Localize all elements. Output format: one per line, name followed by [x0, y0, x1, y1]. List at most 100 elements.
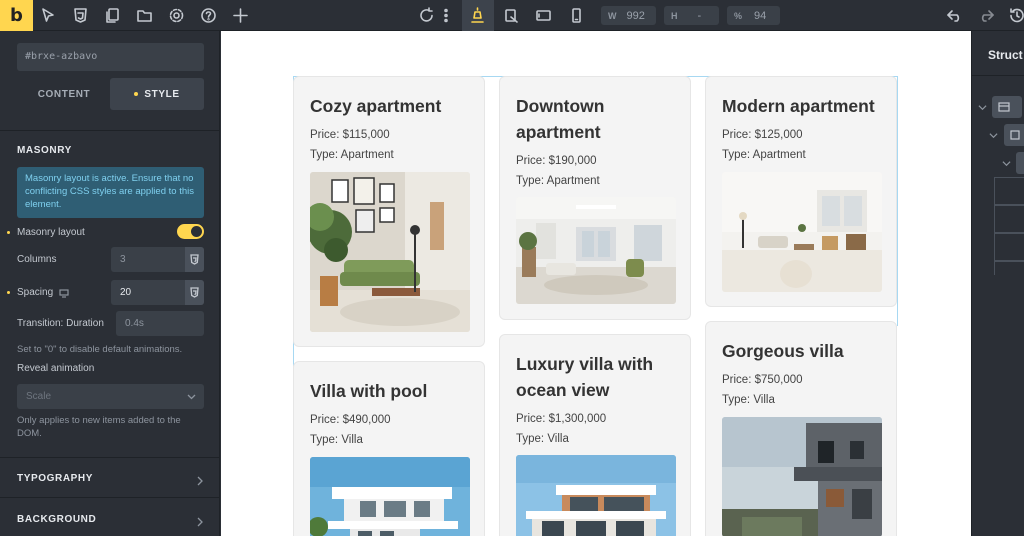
mobile-icon[interactable] — [568, 7, 585, 24]
property-photo — [722, 172, 882, 292]
width-label: W — [608, 10, 617, 21]
property-card[interactable]: Cozy apartment Price: $115,000 Type: Apa… — [293, 76, 485, 347]
tree-item-section[interactable] — [972, 95, 1024, 120]
columns-value: 3 — [120, 254, 126, 265]
tree-item-container[interactable] — [972, 123, 1024, 148]
changed-indicator — [7, 291, 10, 294]
element-id-field[interactable]: #brxe-azbavo — [17, 43, 204, 71]
tree-item-child[interactable] — [994, 261, 1024, 275]
add-icon[interactable] — [232, 7, 249, 24]
css3-icon — [190, 287, 199, 298]
css-unit-button[interactable] — [185, 247, 204, 272]
property-photo — [310, 457, 470, 536]
property-card[interactable]: Villa with pool Price: $490,000 Type: Vi… — [293, 361, 485, 536]
chevron-right-icon[interactable] — [196, 473, 204, 486]
chevron-right-icon[interactable] — [196, 514, 204, 527]
folder-icon[interactable] — [136, 7, 153, 24]
tab-content[interactable]: CONTENT — [17, 78, 111, 110]
chevron-down-icon — [989, 133, 998, 139]
transition-duration-input[interactable]: 0.4s — [116, 311, 204, 336]
property-card[interactable]: Downtown apartment Price: $190,000 Type:… — [499, 76, 691, 320]
card-type: Type: Apartment — [516, 175, 600, 187]
toggle-knob — [191, 226, 202, 237]
divider — [0, 457, 220, 458]
help-icon[interactable] — [200, 7, 217, 24]
section-typography-title[interactable]: TYPOGRAPHY — [17, 473, 93, 484]
pages-icon[interactable] — [104, 7, 121, 24]
desktop-breakpoint-icon — [469, 7, 486, 24]
breakpoint-desktop-button[interactable] — [462, 0, 494, 31]
card-type: Type: Villa — [516, 433, 569, 445]
active-dot — [134, 92, 139, 96]
property-photo — [722, 417, 882, 536]
masonry-layout-label: Masonry layout — [17, 227, 85, 238]
tab-style-label: STYLE — [144, 88, 180, 100]
section-background-title[interactable]: BACKGROUND — [17, 514, 96, 525]
chevron-down-icon — [978, 105, 987, 111]
property-photo — [310, 172, 470, 332]
reveal-animation-value: Scale — [26, 391, 52, 402]
zoom-value: 94 — [754, 9, 767, 22]
card-title: Downtown apartment — [516, 96, 605, 142]
reveal-hint: Only applies to new items added to the D… — [17, 415, 181, 439]
css3-icon — [190, 254, 199, 265]
top-toolbar: b W 992 H - % 94 — [0, 0, 1024, 31]
laptop-breakpoint-icon[interactable] — [503, 7, 520, 24]
card-title: Luxury villa with ocean view — [516, 354, 654, 400]
property-photo — [516, 455, 676, 536]
reveal-animation-select[interactable]: Scale — [17, 384, 204, 409]
tree-item-child[interactable] — [994, 233, 1024, 261]
css-unit-button[interactable] — [185, 280, 204, 305]
height-value: - — [697, 9, 702, 22]
structure-panel: Struct — [971, 31, 1024, 536]
columns-input[interactable]: 3 — [111, 247, 204, 272]
card-type: Type: Apartment — [722, 149, 806, 161]
height-input[interactable]: H - — [664, 6, 719, 25]
width-input[interactable]: W 992 — [601, 6, 656, 25]
card-price: Price: $190,000 — [516, 155, 597, 167]
history-icon[interactable] — [1008, 7, 1024, 24]
zoom-label: % — [734, 10, 743, 21]
refresh-icon[interactable] — [418, 7, 435, 24]
property-photo — [516, 197, 676, 304]
device-icon — [59, 288, 69, 298]
card-title: Gorgeous villa — [722, 341, 844, 361]
chevron-down-icon — [1002, 161, 1011, 167]
card-title: Cozy apartment — [310, 96, 442, 116]
gear-icon[interactable] — [168, 7, 185, 24]
tab-style[interactable]: STYLE — [110, 78, 204, 110]
css3-icon[interactable] — [72, 7, 89, 24]
reveal-animation-label: Reveal animation — [17, 363, 95, 374]
masonry-notice: Masonry layout is active. Ensure that no… — [17, 167, 204, 218]
section-masonry-title[interactable]: MASONRY — [17, 145, 72, 156]
spacing-input[interactable]: 20 — [111, 280, 204, 305]
tablet-landscape-icon[interactable] — [535, 7, 552, 24]
card-type: Type: Apartment — [310, 149, 394, 161]
property-card[interactable]: Luxury villa with ocean view Price: $1,3… — [499, 334, 691, 536]
tree-item-child[interactable] — [994, 177, 1024, 205]
undo-icon[interactable] — [946, 7, 963, 24]
transition-hint: Set to "0" to disable default animations… — [17, 344, 183, 355]
property-card[interactable]: Gorgeous villa Price: $750,000 Type: Vil… — [705, 321, 897, 536]
tree-item-child[interactable] — [994, 205, 1024, 233]
selection-outline — [897, 76, 898, 326]
height-label: H — [671, 10, 678, 21]
card-price: Price: $125,000 — [722, 129, 803, 141]
structure-panel-title: Struct — [988, 48, 1023, 62]
card-price: Price: $115,000 — [310, 129, 390, 141]
more-vertical-icon[interactable] — [442, 7, 450, 24]
settings-panel: #brxe-azbavo CONTENT STYLE MASONRY Mason… — [0, 31, 220, 536]
tree-item-block[interactable] — [972, 151, 1024, 176]
width-value: 992 — [626, 9, 645, 22]
card-type: Type: Villa — [310, 434, 363, 446]
logo[interactable]: b — [0, 0, 33, 31]
builder-canvas[interactable]: Cozy apartment Price: $115,000 Type: Apa… — [221, 31, 971, 536]
card-price: Price: $750,000 — [722, 374, 803, 386]
chevron-down-icon — [187, 394, 196, 400]
cursor-icon[interactable] — [40, 7, 57, 24]
property-card[interactable]: Modern apartment Price: $125,000 Type: A… — [705, 76, 897, 307]
redo-icon[interactable] — [978, 7, 995, 24]
masonry-layout-toggle[interactable] — [177, 224, 204, 239]
block-icon — [1016, 152, 1024, 174]
zoom-input[interactable]: % 94 — [727, 6, 780, 25]
